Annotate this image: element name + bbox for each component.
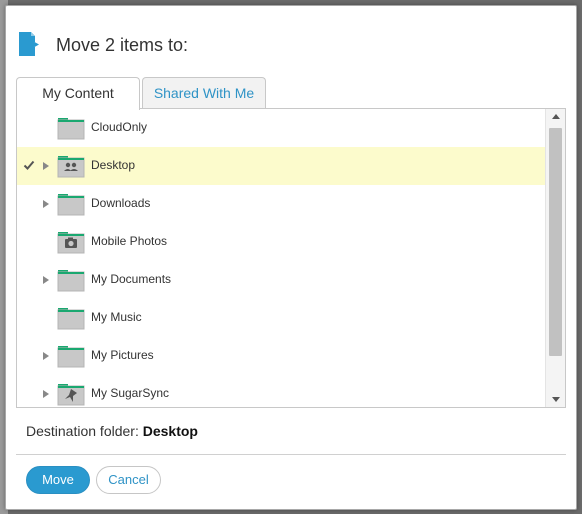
camera-folder-icon (57, 232, 85, 254)
folder-row[interactable]: CloudOnly (17, 109, 545, 147)
move-dialog: Move 2 items to: My Content Shared With … (5, 5, 577, 510)
folder-icon (57, 270, 85, 292)
folder-row[interactable]: Desktop (17, 147, 545, 185)
checkmark-icon (23, 160, 35, 170)
dialog-header: Move 2 items to: (6, 6, 576, 76)
expand-arrow-icon[interactable] (42, 275, 50, 285)
folder-name: My Music (91, 310, 142, 324)
folder-list: CloudOnly Desktop Downloads Mobile Photos My… (17, 109, 545, 407)
document-move-icon (19, 32, 39, 56)
destination-folder: Destination folder: Desktop (26, 423, 198, 439)
shared-folder-icon (57, 156, 85, 178)
divider (16, 454, 566, 455)
folder-row[interactable]: My Music (17, 299, 545, 337)
move-button[interactable]: Move (26, 466, 90, 494)
dialog-title: Move 2 items to: (56, 35, 189, 55)
folder-icon (57, 308, 85, 330)
tab-shared-with-me[interactable]: Shared With Me (142, 77, 266, 109)
folder-row[interactable]: Downloads (17, 185, 545, 223)
expand-arrow-icon[interactable] (42, 161, 50, 171)
folder-icon (57, 118, 85, 140)
folder-row[interactable]: My Documents (17, 261, 545, 299)
scroll-down-arrow-icon[interactable] (546, 391, 566, 407)
scroll-thumb[interactable] (549, 128, 562, 356)
folder-tree-panel: CloudOnly Desktop Downloads Mobile Photos My… (16, 108, 566, 408)
destination-value: Desktop (142, 423, 198, 439)
expand-arrow-icon[interactable] (42, 389, 50, 399)
folder-row[interactable]: My Pictures (17, 337, 545, 375)
folder-name: Downloads (91, 196, 151, 210)
expand-arrow-icon[interactable] (42, 199, 50, 209)
scroll-up-arrow-icon[interactable] (546, 109, 566, 125)
folder-name: My Documents (91, 272, 172, 286)
folder-icon (57, 194, 85, 216)
destination-label: Destination folder: (26, 423, 139, 439)
cancel-button[interactable]: Cancel (96, 466, 161, 494)
folder-name: Desktop (91, 158, 136, 172)
folder-name: My SugarSync (91, 386, 170, 400)
folder-row[interactable]: My SugarSync (17, 375, 545, 407)
expand-arrow-icon[interactable] (42, 351, 50, 361)
folder-icon (57, 346, 85, 368)
folder-name: My Pictures (91, 348, 154, 362)
sugarsync-folder-icon (57, 384, 85, 406)
folder-row[interactable]: Mobile Photos (17, 223, 545, 261)
scrollbar[interactable] (545, 109, 565, 407)
folder-name: CloudOnly (91, 120, 148, 134)
tab-my-content[interactable]: My Content (16, 77, 140, 110)
folder-name: Mobile Photos (91, 234, 168, 248)
